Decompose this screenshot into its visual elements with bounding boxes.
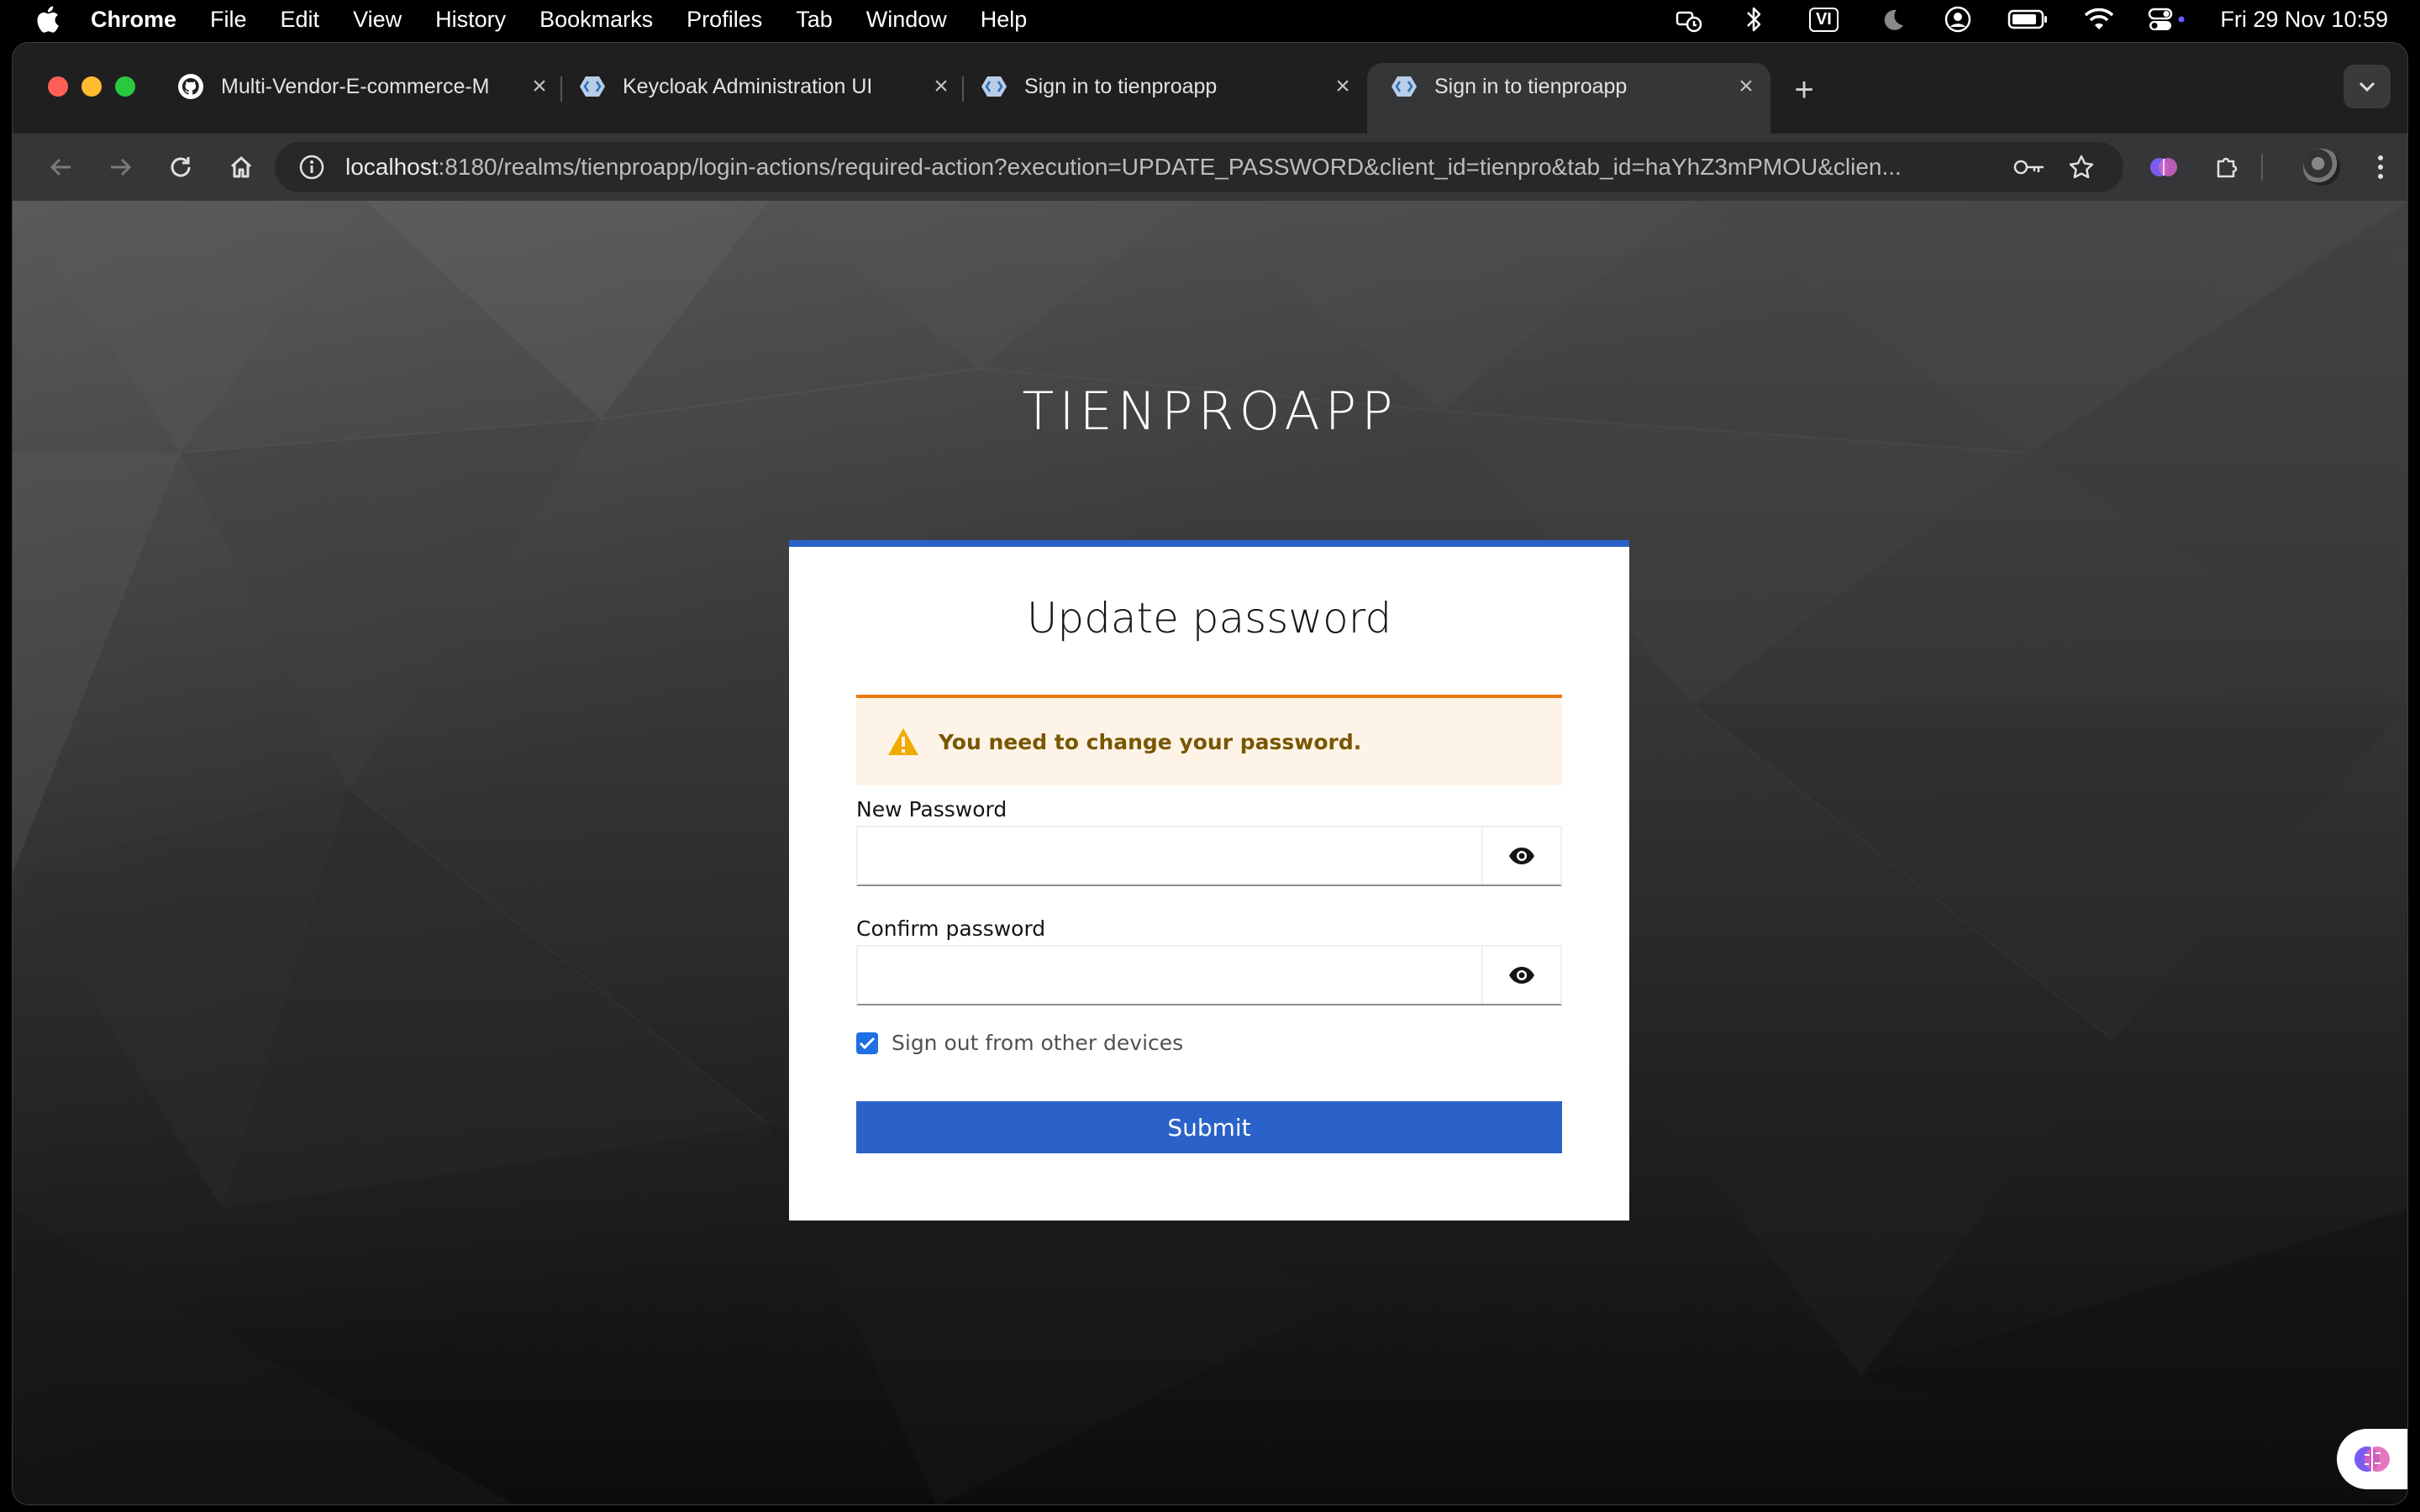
timer-icon[interactable] [1672,3,1706,36]
tab-separator [560,76,562,102]
close-icon[interactable]: × [929,72,954,100]
tab-sign-in-active[interactable]: Sign in to tienproapp × [1367,63,1770,134]
tab-title: Sign in to tienproapp [1434,74,1628,98]
bluetooth-icon[interactable] [1738,3,1771,36]
new-password-input[interactable] [858,827,1481,885]
menu-tab[interactable]: Tab [796,7,833,33]
sign-out-label[interactable]: Sign out from other devices [892,1031,1183,1055]
warning-icon [886,726,920,758]
site-info-icon[interactable] [293,149,330,186]
input-source-label: VI [1808,7,1839,32]
more-menu-icon[interactable] [2362,149,2399,186]
extensions-puzzle-icon[interactable] [2209,149,2246,186]
wifi-icon[interactable] [2082,3,2116,36]
menubar-clock[interactable]: Fri 29 Nov 10:59 [2220,7,2388,33]
keycloak-icon [579,73,606,100]
keycloak-icon [981,73,1007,100]
input-source-icon[interactable]: VI [1803,3,1844,36]
menu-bookmarks[interactable]: Bookmarks [539,7,653,33]
back-arrow-icon [50,158,71,176]
password-key-icon[interactable] [2011,149,2048,186]
brain-icon [2354,1446,2390,1472]
github-icon [177,73,204,100]
macos-menu-bar: Chrome File Edit View History Bookmarks … [0,0,2420,39]
new-password-group [856,826,1562,886]
confirm-password-label: Confirm password [856,916,1046,941]
browser-window: Multi-Vendor-E-commerce-M × Keycloak Adm… [12,42,2408,1505]
sign-out-checkbox[interactable] [856,1032,878,1054]
new-password-label: New Password [856,797,1007,822]
forward-arrow-icon [111,158,132,176]
menu-view[interactable]: View [353,7,402,33]
menu-file[interactable]: File [210,7,247,33]
page-viewport: TIENPROAPP Update password You need to c… [13,201,2407,1504]
tab-search-button[interactable] [2344,65,2391,108]
page-title: Update password [1026,594,1392,643]
url-text[interactable]: localhost:8180/realms/tienproapp/login-a… [345,154,1992,181]
home-button[interactable] [223,149,260,186]
control-center-icon[interactable] [2148,3,2188,36]
sign-out-option[interactable]: Sign out from other devices [856,1031,1183,1055]
window-close-button[interactable] [48,76,68,97]
address-bar[interactable]: localhost:8180/realms/tienproapp/login-a… [275,142,2123,192]
back-button[interactable] [43,149,80,186]
user-icon[interactable] [1941,3,1975,36]
chevron-down-icon [2359,81,2375,92]
tab-title: Sign in to tienproapp [1024,74,1218,98]
bookmark-star-icon[interactable] [2063,149,2100,186]
profile-avatar[interactable] [2303,149,2340,186]
checkmark-icon [859,1037,876,1049]
login-card: Update password You need to change your … [789,540,1629,1221]
submit-button[interactable]: Submit [856,1101,1562,1153]
menu-history[interactable]: History [435,7,506,33]
url-host: localhost [345,154,439,180]
close-icon[interactable]: × [1330,72,1355,100]
tab-title: Multi-Vendor-E-commerce-M [221,74,490,98]
menu-edit[interactable]: Edit [281,7,320,33]
show-password-toggle[interactable] [1481,827,1560,885]
tab-title: Keycloak Administration UI [623,74,873,98]
battery-icon[interactable] [2007,3,2050,36]
menu-app-chrome[interactable]: Chrome [91,7,176,33]
tab-strip: Multi-Vendor-E-commerce-M × Keycloak Adm… [13,43,2407,134]
menu-help[interactable]: Help [981,7,1028,33]
tab-github[interactable]: Multi-Vendor-E-commerce-M × [177,63,564,110]
browser-toolbar: localhost:8180/realms/tienproapp/login-a… [13,134,2407,201]
tab-separator [962,76,964,102]
new-tab-button[interactable]: + [1786,71,1823,108]
home-icon [230,156,252,178]
status-area: VI Fri 29 Nov 10:59 [1672,0,2388,39]
menu-window[interactable]: Window [866,7,947,33]
forward-button[interactable] [102,149,139,186]
keycloak-icon [1391,73,1418,100]
confirm-password-group [856,945,1562,1005]
window-minimize-button[interactable] [82,76,102,97]
toolbar-divider [2261,154,2263,181]
apple-icon[interactable] [34,5,60,34]
eye-icon [1509,848,1534,864]
extension-brain-icon[interactable] [2145,149,2182,186]
alert-message: You need to change your password. [939,729,1362,754]
warning-alert: You need to change your password. [856,695,1562,785]
window-zoom-button[interactable] [115,76,135,97]
tab-sign-in-1[interactable]: Sign in to tienproapp × [981,63,1367,110]
close-icon[interactable]: × [527,72,552,100]
do-not-disturb-icon[interactable] [1876,3,1909,36]
menu-profiles[interactable]: Profiles [687,7,762,33]
reload-button[interactable] [162,149,199,186]
show-password-toggle[interactable] [1481,947,1560,1004]
reload-icon [171,157,191,177]
eye-icon [1509,967,1534,984]
tab-keycloak-admin[interactable]: Keycloak Administration UI × [579,63,965,110]
floating-assistant-button[interactable] [2337,1429,2407,1489]
confirm-password-input[interactable] [858,947,1481,1004]
realm-title: TIENPROAPP [1022,381,1398,442]
close-icon[interactable]: × [1733,72,1759,100]
url-path: :8180/realms/tienproapp/login-actions/re… [438,154,1902,180]
